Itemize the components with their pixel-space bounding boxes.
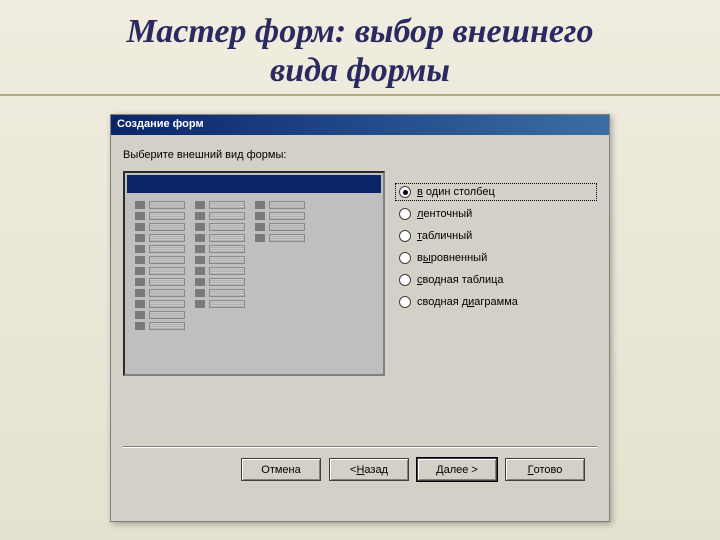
option-label: сводная диаграмма (417, 296, 518, 308)
radio-icon (399, 230, 411, 242)
option-label: выровненный (417, 252, 487, 264)
option-pivot-chart[interactable]: сводная диаграмма (395, 293, 597, 311)
dialog-title: Создание форм (117, 118, 204, 130)
slide-title-line2: вида формы (270, 52, 450, 89)
dialog-instruction: Выберите внешний вид формы: (123, 149, 597, 161)
radio-icon (399, 274, 411, 286)
option-label: в один столбец (417, 186, 495, 198)
wizard-buttons: Отмена < Назад Далее > Готово (123, 448, 597, 481)
finish-button[interactable]: Готово (505, 458, 585, 481)
option-label: сводная таблица (417, 274, 504, 286)
radio-icon (399, 186, 411, 198)
layout-preview (123, 171, 385, 376)
slide-title: Мастер форм: выбор внешнего вида формы (0, 0, 720, 92)
option-justified[interactable]: выровненный (395, 249, 597, 267)
radio-icon (399, 296, 411, 308)
back-button[interactable]: < Назад (329, 458, 409, 481)
divider (0, 94, 720, 96)
dialog-titlebar: Создание форм (111, 115, 609, 135)
option-label: ленточный (417, 208, 472, 220)
slide-title-line1: Мастер форм: выбор внешнего (127, 13, 594, 50)
cancel-button[interactable]: Отмена (241, 458, 321, 481)
option-one-column[interactable]: в один столбец (395, 183, 597, 201)
form-wizard-dialog: Создание форм Выберите внешний вид формы… (110, 114, 610, 522)
option-label: табличный (417, 230, 472, 242)
option-tabular-ribbon[interactable]: ленточный (395, 205, 597, 223)
layout-options: в один столбец ленточный табличный выров… (395, 171, 597, 376)
option-datasheet[interactable]: табличный (395, 227, 597, 245)
radio-icon (399, 252, 411, 264)
radio-icon (399, 208, 411, 220)
option-pivot-table[interactable]: сводная таблица (395, 271, 597, 289)
next-button[interactable]: Далее > (417, 458, 497, 481)
